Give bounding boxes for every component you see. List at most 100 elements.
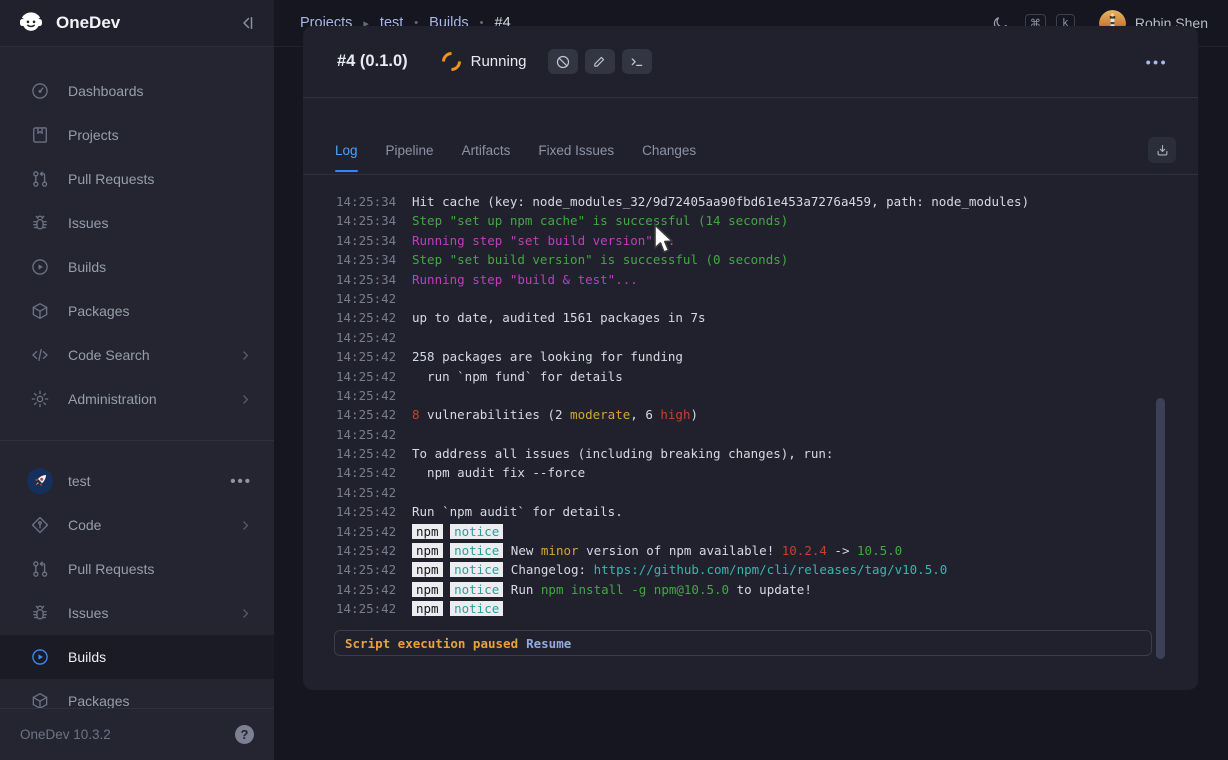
bug-icon xyxy=(30,603,50,623)
log-scrollbar-thumb[interactable] xyxy=(1156,398,1165,659)
log-line: 14:25:34Step "set build version" is succ… xyxy=(336,250,1198,269)
log-line: 14:25:42 run `npm fund` for details xyxy=(336,367,1198,386)
chevron-right-icon xyxy=(239,393,252,406)
log-timestamp: 14:25:42 xyxy=(336,541,396,560)
sidebar-footer: OneDev 10.3.2 ? xyxy=(0,708,274,760)
paused-message: Script execution paused xyxy=(345,636,518,651)
build-log[interactable]: 14:25:34Hit cache (key: node_modules_32/… xyxy=(303,196,1198,650)
chevron-right-icon xyxy=(239,607,252,620)
pencil-icon xyxy=(592,54,607,69)
log-line: 14:25:42 xyxy=(336,483,1198,502)
sidebar-item-packages[interactable]: Packages xyxy=(0,289,274,333)
book-icon xyxy=(30,125,50,145)
sidebar-item-builds[interactable]: Builds xyxy=(0,245,274,289)
log-line: 14:25:42npm notice New minor version of … xyxy=(336,541,1198,560)
project-name: test xyxy=(68,473,230,489)
log-timestamp: 14:25:42 xyxy=(336,560,396,579)
sidebar-item-pull-requests[interactable]: Pull Requests xyxy=(0,547,274,591)
log-timestamp: 14:25:34 xyxy=(336,250,396,269)
log-timestamp: 14:25:42 xyxy=(336,522,396,541)
project-more-icon[interactable]: ••• xyxy=(230,473,252,490)
sidebar-item-issues[interactable]: Issues xyxy=(0,591,274,635)
log-timestamp: 14:25:42 xyxy=(336,580,396,599)
sidebar-main-nav: DashboardsProjectsPull RequestsIssuesBui… xyxy=(0,47,274,421)
pull-request-icon xyxy=(30,559,50,579)
sidebar-collapse-icon[interactable] xyxy=(238,14,256,32)
sidebar-header: OneDev xyxy=(0,0,274,47)
log-line: 14:25:34Hit cache (key: node_modules_32/… xyxy=(336,196,1198,211)
log-line: 14:25:428 vulnerabilities (2 moderate, 6… xyxy=(336,405,1198,424)
log-line: 14:25:42npm notice Run npm install -g np… xyxy=(336,580,1198,599)
cancel-icon xyxy=(555,54,571,70)
running-spinner-icon xyxy=(438,48,465,75)
package-icon xyxy=(30,301,50,321)
bug-icon xyxy=(30,213,50,233)
log-line: 14:25:42npm notice xyxy=(336,599,1198,618)
log-timestamp: 14:25:34 xyxy=(336,231,396,250)
sidebar-project-section: test ••• CodePull RequestsIssuesBuildsPa… xyxy=(0,440,274,723)
sidebar-item-projects[interactable]: Projects xyxy=(0,113,274,157)
sidebar-item-pull-requests[interactable]: Pull Requests xyxy=(0,157,274,201)
sidebar-item-issues[interactable]: Issues xyxy=(0,201,274,245)
log-line: 14:25:42258 packages are looking for fun… xyxy=(336,347,1198,366)
paused-banner: Script execution paused Resume xyxy=(334,630,1152,656)
log-line: 14:25:34Step "set up npm cache" is succe… xyxy=(336,211,1198,230)
more-actions-icon[interactable]: ••• xyxy=(1146,54,1168,70)
terminal-icon xyxy=(629,54,645,70)
log-line: 14:25:42npm notice Changelog: https://gi… xyxy=(336,560,1198,579)
gear-icon xyxy=(30,389,50,409)
build-tabs: Log Pipeline Artifacts Fixed Issues Changes xyxy=(303,98,1198,175)
log-line: 14:25:42Run `npm audit` for details. xyxy=(336,502,1198,521)
sidebar-item-dashboards[interactable]: Dashboards xyxy=(0,69,274,113)
log-line: 14:25:42up to date, audited 1561 package… xyxy=(336,308,1198,327)
tab-artifacts[interactable]: Artifacts xyxy=(462,126,511,174)
sidebar-item-builds[interactable]: Builds xyxy=(0,635,274,679)
build-header: #4 (0.1.0) Running ••• xyxy=(303,26,1198,98)
sidebar-item-project-test[interactable]: test ••• xyxy=(0,459,274,503)
resume-link[interactable]: Resume xyxy=(526,636,571,651)
sidebar-item-code[interactable]: Code xyxy=(0,503,274,547)
code-icon xyxy=(30,345,50,365)
help-icon[interactable]: ? xyxy=(235,725,254,744)
project-avatar xyxy=(27,468,53,494)
build-title: #4 (0.1.0) xyxy=(337,52,408,71)
app-version: OneDev 10.3.2 xyxy=(20,727,235,742)
log-line: 14:25:42 npm audit fix --force xyxy=(336,463,1198,482)
build-card: #4 (0.1.0) Running ••• Log Pipeline Artifa… xyxy=(303,26,1198,690)
tab-pipeline[interactable]: Pipeline xyxy=(386,126,434,174)
sidebar-project-nav: CodePull RequestsIssuesBuildsPackages xyxy=(0,503,274,723)
sidebar-item-code-search[interactable]: Code Search xyxy=(0,333,274,377)
tab-fixed-issues[interactable]: Fixed Issues xyxy=(538,126,614,174)
log-line: 14:25:42 xyxy=(336,289,1198,308)
log-timestamp: 14:25:42 xyxy=(336,289,396,308)
log-line: 14:25:34Running step "build & test"... xyxy=(336,270,1198,289)
sidebar: OneDev DashboardsProjectsPull RequestsIs… xyxy=(0,0,274,760)
log-timestamp: 14:25:42 xyxy=(336,502,396,521)
onedev-logo-icon[interactable] xyxy=(16,8,46,38)
log-lines: 14:25:34Hit cache (key: node_modules_32/… xyxy=(303,196,1198,619)
cancel-build-button[interactable] xyxy=(548,49,578,74)
gauge-icon xyxy=(30,81,50,101)
download-log-button[interactable] xyxy=(1148,137,1176,163)
web-terminal-button[interactable] xyxy=(622,49,652,74)
tab-changes[interactable]: Changes xyxy=(642,126,696,174)
log-timestamp: 14:25:42 xyxy=(336,425,396,444)
play-circle-icon xyxy=(30,257,50,277)
log-line: 14:25:42 xyxy=(336,386,1198,405)
git-diamond-icon xyxy=(30,515,50,535)
log-timestamp: 14:25:42 xyxy=(336,444,396,463)
log-timestamp: 14:25:42 xyxy=(336,328,396,347)
tab-log[interactable]: Log xyxy=(335,126,358,174)
log-timestamp: 14:25:42 xyxy=(336,367,396,386)
sidebar-item-administration[interactable]: Administration xyxy=(0,377,274,421)
log-line: 14:25:42 xyxy=(336,425,1198,444)
build-status: Running xyxy=(471,53,527,70)
chevron-right-icon xyxy=(239,519,252,532)
log-timestamp: 14:25:34 xyxy=(336,211,396,230)
log-timestamp: 14:25:42 xyxy=(336,308,396,327)
log-timestamp: 14:25:34 xyxy=(336,196,396,211)
log-timestamp: 14:25:42 xyxy=(336,483,396,502)
log-timestamp: 14:25:34 xyxy=(336,270,396,289)
edit-build-button[interactable] xyxy=(585,49,615,74)
play-circle-icon xyxy=(30,647,50,667)
